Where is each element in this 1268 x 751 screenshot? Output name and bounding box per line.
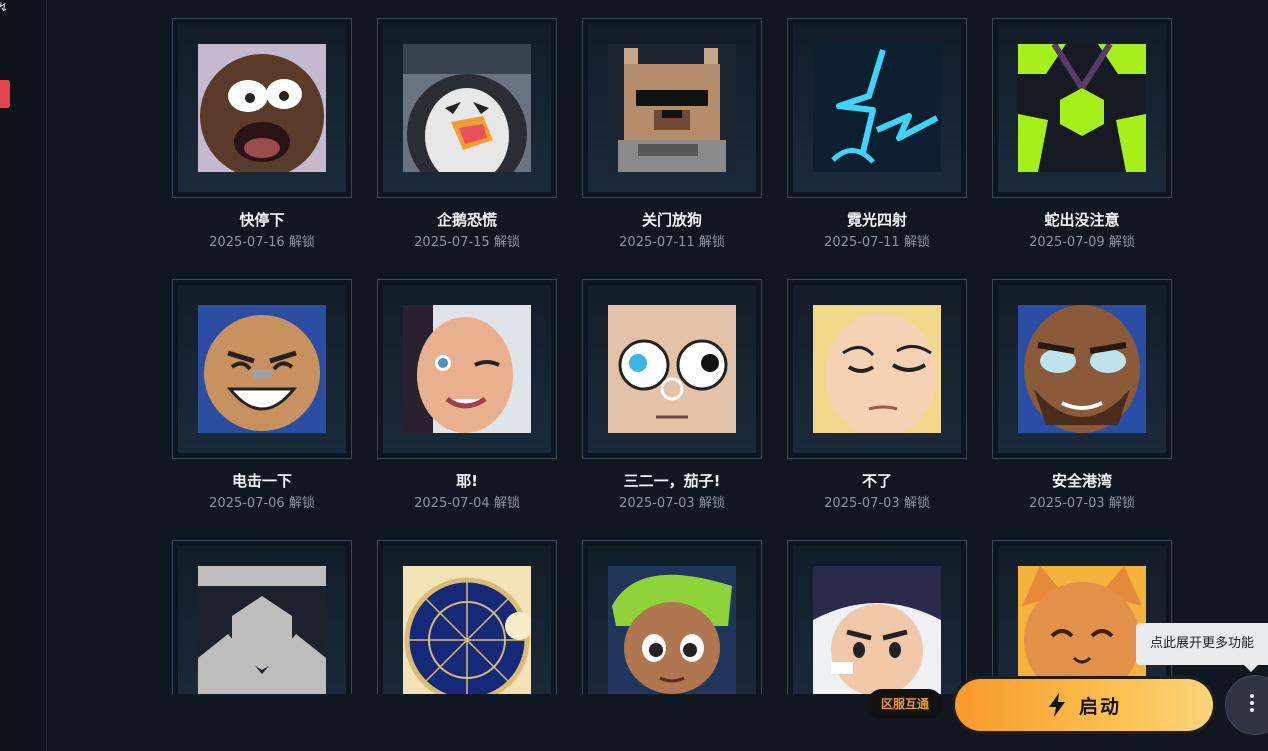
more-features-tooltip: 点此展开更多功能 [1136, 623, 1268, 672]
sleepy-blond-icon [813, 305, 941, 433]
emote-tile[interactable]: 快停下 2025-07-16 解锁 [172, 18, 352, 252]
neon-sparkle-icon [813, 44, 941, 172]
emote-tile[interactable] [582, 540, 762, 694]
emote-frame [172, 279, 352, 459]
emote-tile[interactable]: 三二一，茄子! 2025-07-03 解锁 [582, 279, 762, 513]
emote-frame [582, 540, 762, 694]
dark-hair-agent-icon [813, 566, 941, 694]
green-hexagon-icon [1018, 44, 1146, 172]
left-sidebar: ↯ [0, 0, 47, 751]
emote-frame [787, 279, 967, 459]
emote-frame [992, 540, 1172, 694]
more-options-button[interactable] [1225, 675, 1268, 735]
emote-tile[interactable]: 霓光四射 2025-07-11 解锁 [787, 18, 967, 252]
emote-frame [377, 540, 557, 694]
emote-unlock-date: 2025-07-03 解锁 [824, 496, 930, 511]
emote-grid: 快停下 2025-07-16 解锁 企鹅恐慌 2025-07-15 解锁 关门放狗 202… [172, 18, 1172, 694]
sidebar-active-marker[interactable] [0, 80, 10, 108]
emote-tile[interactable]: 不了 2025-07-03 解锁 [787, 279, 967, 513]
emote-unlock-date: 2025-07-09 解锁 [1029, 235, 1135, 250]
emote-name: 快停下 [239, 211, 285, 229]
emote-frame [787, 18, 967, 198]
emote-unlock-date: 2025-07-16 解锁 [209, 235, 315, 250]
emote-frame [172, 18, 352, 198]
bearded-agent-icon [1018, 305, 1146, 433]
emote-unlock-date: 2025-07-03 解锁 [1029, 496, 1135, 511]
emote-frame [582, 279, 762, 459]
emote-frame [992, 18, 1172, 198]
star-chart-icon [403, 566, 531, 694]
emote-unlock-date: 2025-07-15 解锁 [414, 235, 520, 250]
more-vertical-icon [1249, 694, 1255, 715]
green-hair-kid-icon [608, 566, 736, 694]
emote-name: 三二一，茄子! [623, 472, 721, 490]
region-interop-badge: 区服互通 [867, 689, 943, 719]
emote-frame [582, 18, 762, 198]
penguin-icon [403, 44, 531, 172]
emote-frame [377, 279, 557, 459]
emote-frame [787, 540, 967, 694]
emote-unlock-date: 2025-07-06 解锁 [209, 496, 315, 511]
launch-button[interactable]: 启动 [952, 676, 1216, 734]
emote-unlock-date: 2025-07-04 解锁 [414, 496, 520, 511]
emote-frame [172, 540, 352, 694]
emote-frame [377, 18, 557, 198]
emote-name: 不了 [861, 472, 892, 490]
emote-tile[interactable]: 耶! 2025-07-04 解锁 [377, 279, 557, 513]
emote-name: 蛇出没注意 [1044, 211, 1120, 229]
emote-name: 电击一下 [231, 472, 292, 490]
launch-button-label: 启动 [1078, 695, 1121, 718]
grinning-agent-icon [198, 305, 326, 433]
emote-tile[interactable] [992, 540, 1172, 694]
gray-hexagon-icon [198, 566, 326, 694]
emote-frame [992, 279, 1172, 459]
emote-tile[interactable]: 企鹅恐慌 2025-07-15 解锁 [377, 18, 557, 252]
emote-name: 关门放狗 [641, 211, 702, 229]
emote-unlock-date: 2025-07-03 解锁 [619, 496, 725, 511]
orange-cat-icon [1018, 566, 1146, 694]
big-eyes-face-icon [608, 305, 736, 433]
shocked-face-icon [198, 44, 326, 172]
emote-unlock-date: 2025-07-11 解锁 [619, 235, 725, 250]
emote-tile[interactable] [172, 540, 352, 694]
pixel-dog-icon [608, 44, 736, 172]
emote-name: 安全港湾 [1051, 472, 1112, 490]
emote-tile[interactable]: 关门放狗 2025-07-11 解锁 [582, 18, 762, 252]
sidebar-glyph-icon: ↯ [0, 0, 9, 14]
emote-name: 耶! [456, 472, 478, 490]
emote-unlock-date: 2025-07-11 解锁 [824, 235, 930, 250]
emote-tile[interactable]: 蛇出没注意 2025-07-09 解锁 [992, 18, 1172, 252]
emote-tile[interactable] [787, 540, 967, 694]
emote-tile[interactable]: 安全港湾 2025-07-03 解锁 [992, 279, 1172, 513]
emote-name: 霓光四射 [846, 211, 907, 229]
winking-agent-icon [403, 305, 531, 433]
emote-tile[interactable] [377, 540, 557, 694]
emote-name: 企鹅恐慌 [436, 211, 497, 229]
lightning-icon [1048, 693, 1065, 717]
emote-tile[interactable]: 电击一下 2025-07-06 解锁 [172, 279, 352, 513]
